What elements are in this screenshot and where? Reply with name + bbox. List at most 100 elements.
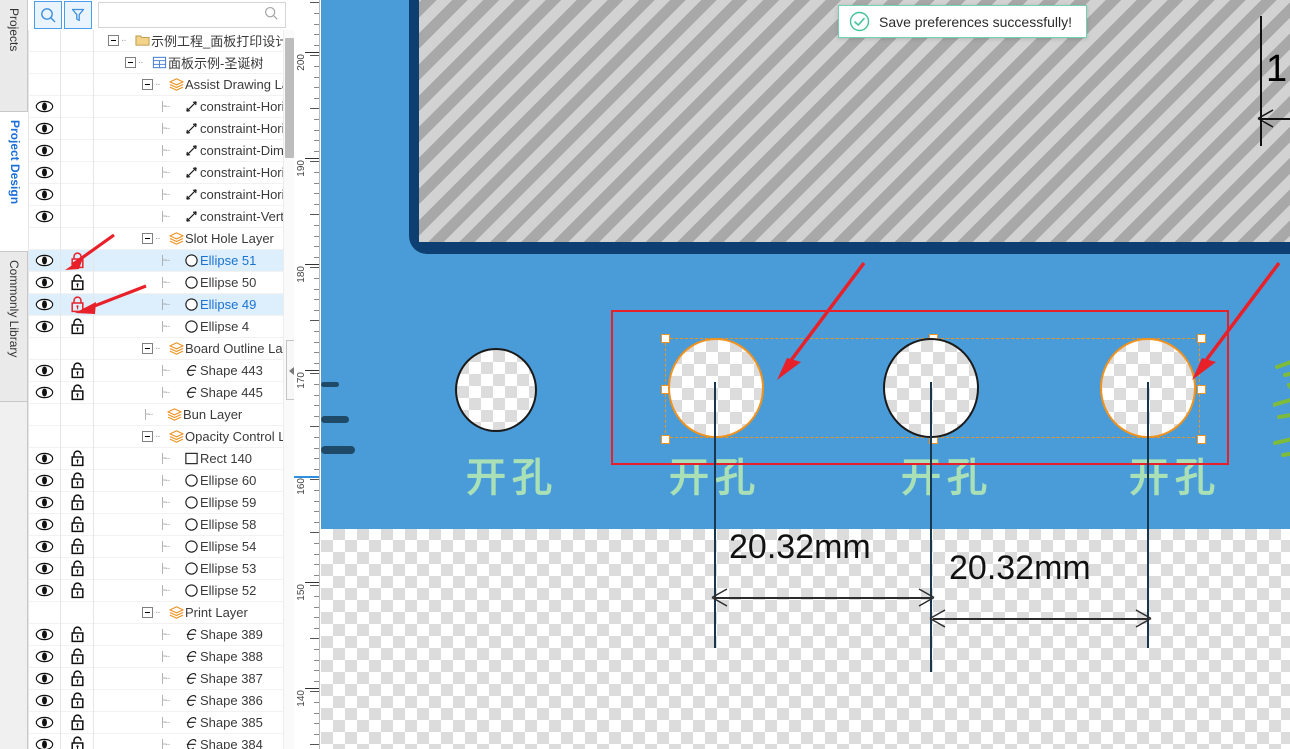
tree-row-label-cell[interactable]: ├·· Ellipse 59 [94,492,294,514]
visibility-eye-icon[interactable] [35,452,54,465]
tree-row-label-cell[interactable]: ├·· Shape 384 [94,734,294,749]
tree-row[interactable]: ├·· Shape 384 [28,733,294,749]
lock-open-icon[interactable] [70,648,85,665]
lock-open-icon[interactable] [70,560,85,577]
tree-row-label-cell[interactable]: ├·· constraint-Horizontal D [94,118,294,140]
visibility-eye-icon[interactable] [35,100,54,113]
lock-open-icon[interactable] [70,714,85,731]
board-outline-shape[interactable] [409,0,1290,254]
tree-collapse-toggle[interactable] [142,607,153,618]
lock-open-icon[interactable] [70,384,85,401]
visibility-toggle-cell[interactable] [28,117,61,140]
visibility-toggle-cell[interactable] [28,293,61,316]
tree-row[interactable]: ├·· Ellipse 59 [28,491,294,514]
lock-toggle-cell[interactable] [61,359,94,382]
visibility-eye-icon[interactable] [35,518,54,531]
layer-tree-list[interactable]: ·· 示例工程_面板打印设计 ·· 面板示例-圣诞树 ·· Assist Drawing … [28,30,294,749]
tree-row[interactable]: ├·· Ellipse 58 [28,513,294,536]
tree-row[interactable]: ├·· Shape 385 [28,711,294,734]
tree-row-label-cell[interactable]: ├·· Shape 443 [94,360,294,382]
tree-row[interactable]: ├·· constraint-Dimension 4 [28,139,294,162]
visibility-toggle-cell[interactable] [28,315,61,338]
lock-toggle-cell[interactable] [61,491,94,514]
visibility-toggle-cell[interactable] [28,645,61,668]
visibility-eye-icon[interactable] [35,628,54,641]
design-canvas[interactable]: 开孔 开孔 开孔 开孔 20.32mm 20.32mm 1 [321,0,1290,749]
tree-row[interactable]: ├·· Bun Layer [28,403,294,426]
tree-scrollbar-thumb[interactable] [285,38,294,158]
tree-row-label-cell[interactable]: ├·· constraint-Vertical Dim [94,206,294,228]
visibility-eye-icon[interactable] [35,386,54,399]
tree-row-label-cell[interactable]: ├·· Shape 445 [94,382,294,404]
visibility-eye-icon[interactable] [35,474,54,487]
tree-row[interactable]: ├·· Shape 388 [28,645,294,668]
hole-ellipse-51[interactable] [668,338,764,438]
visibility-toggle-cell[interactable] [28,271,61,294]
lock-toggle-cell[interactable] [61,557,94,580]
tree-collapse-toggle[interactable] [125,57,136,68]
tree-row-label-cell[interactable]: ├·· Ellipse 60 [94,470,294,492]
visibility-toggle-cell[interactable] [28,579,61,602]
tree-collapse-toggle[interactable] [142,79,153,90]
visibility-toggle-cell[interactable] [28,359,61,382]
visibility-toggle-cell[interactable] [28,381,61,404]
lock-toggle-cell[interactable] [61,733,94,749]
tree-row[interactable]: ├·· Ellipse 54 [28,535,294,558]
toast-notification[interactable]: Save preferences successfully! [838,5,1087,38]
lock-open-icon[interactable] [70,362,85,379]
lock-toggle-cell[interactable] [61,579,94,602]
tree-row-label-cell[interactable]: ·· 示例工程_面板打印设计 [94,30,294,52]
tree-row-label-cell[interactable]: ├·· Rect 140 [94,448,294,470]
tree-row[interactable]: ·· Opacity Control Layer [28,425,294,448]
lock-toggle-cell[interactable] [61,535,94,558]
visibility-eye-icon[interactable] [35,584,54,597]
tree-row-label-cell[interactable]: ·· Slot Hole Layer [94,228,294,250]
visibility-toggle-cell[interactable] [28,491,61,514]
visibility-eye-icon[interactable] [35,122,54,135]
tree-collapse-toggle[interactable] [108,35,119,46]
tree-row-label-cell[interactable]: ·· Board Outline Layer [94,338,294,360]
visibility-toggle-cell[interactable] [28,139,61,162]
visibility-toggle-cell[interactable] [28,513,61,536]
visibility-toggle-cell[interactable] [28,469,61,492]
visibility-eye-icon[interactable] [35,650,54,663]
tree-row-label-cell[interactable]: ·· 面板示例-圣诞树 [94,52,294,74]
tree-row-label-cell[interactable]: ·· Opacity Control Layer [94,426,294,448]
resize-handle-se[interactable] [1197,435,1206,444]
tree-row-label-cell[interactable]: ·· Print Layer [94,602,294,624]
visibility-toggle-cell[interactable] [28,161,61,184]
visibility-eye-icon[interactable] [35,716,54,729]
visibility-toggle-cell[interactable] [28,535,61,558]
visibility-eye-icon[interactable] [35,298,54,311]
lock-toggle-cell[interactable] [61,469,94,492]
tree-row[interactable]: ├·· Shape 389 [28,623,294,646]
lock-open-icon[interactable] [70,472,85,489]
resize-handle-nw[interactable] [661,334,670,343]
visibility-eye-icon[interactable] [35,496,54,509]
tree-row[interactable]: ├·· Rect 140 [28,447,294,470]
tree-collapse-toggle[interactable] [142,343,153,354]
visibility-toggle-cell[interactable] [28,205,61,228]
visibility-eye-icon[interactable] [35,188,54,201]
tree-row[interactable]: ·· 示例工程_面板打印设计 [28,30,294,52]
visibility-toggle-cell[interactable] [28,623,61,646]
visibility-toggle-cell[interactable] [28,711,61,734]
tree-row-label-cell[interactable]: ├·· Shape 387 [94,668,294,690]
tree-row[interactable]: ├·· Shape 443 [28,359,294,382]
lock-toggle-cell[interactable] [61,623,94,646]
tree-row[interactable]: ├·· constraint-Horizontal D [28,161,294,184]
lock-open-icon[interactable] [70,538,85,555]
resize-handle-sw[interactable] [661,435,670,444]
visibility-eye-icon[interactable] [35,562,54,575]
tree-row[interactable]: ├·· Shape 387 [28,667,294,690]
tree-row[interactable]: ├·· Ellipse 52 [28,579,294,602]
tree-row[interactable]: ├·· Shape 386 [28,689,294,712]
lock-toggle-cell[interactable] [61,447,94,470]
tree-row-label-cell[interactable]: ├·· Ellipse 52 [94,580,294,602]
tree-row-label-cell[interactable]: ├·· Shape 386 [94,690,294,712]
search-field-wrapper[interactable] [98,2,286,28]
tree-row[interactable]: ·· Print Layer [28,601,294,624]
tree-row[interactable]: ├·· constraint-Horizontal D [28,183,294,206]
tree-row-label-cell[interactable]: ├·· constraint-Horizontal D [94,184,294,206]
lock-toggle-cell[interactable] [61,689,94,712]
